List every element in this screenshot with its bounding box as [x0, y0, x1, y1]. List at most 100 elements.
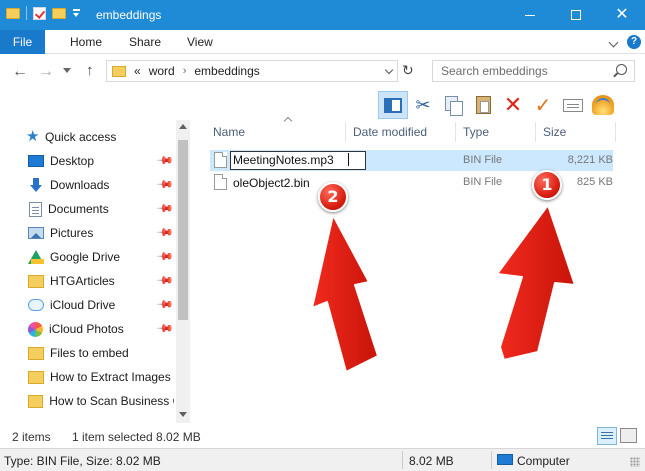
sidebar-item-pictures[interactable]: Pictures 📌 — [28, 222, 174, 244]
breadcrumb-overflow[interactable]: « — [134, 64, 141, 78]
custom-toolbar: ✂ ✕ ✓ — [378, 90, 618, 120]
pin-icon[interactable]: 📌 — [156, 151, 175, 170]
sidebar-item-label: iCloud Photos — [49, 322, 124, 336]
sidebar-item-desktop[interactable]: Desktop 📌 — [28, 150, 174, 172]
breadcrumb-embeddings[interactable]: embeddings — [194, 64, 259, 78]
folder-icon[interactable] — [6, 7, 20, 19]
properties-check-icon[interactable] — [33, 6, 46, 20]
expand-ribbon-icon[interactable] — [608, 37, 619, 48]
sidebar-item-label: Downloads — [50, 178, 110, 192]
back-arrow-icon[interactable]: ← — [12, 63, 28, 81]
breadcrumb-separator-icon[interactable]: › — [183, 65, 187, 77]
close-icon: ✕ — [615, 6, 629, 23]
tab-home[interactable]: Home — [70, 35, 102, 49]
sidebar-item-google-drive[interactable]: Google Drive 📌 — [28, 246, 174, 268]
search-input[interactable] — [441, 61, 611, 81]
folder-icon — [28, 274, 44, 288]
new-folder-icon[interactable] — [52, 7, 66, 19]
copy-icon — [445, 96, 463, 116]
sidebar-item-label: Pictures — [50, 226, 94, 240]
sidebar-item-scan-business[interactable]: How to Scan Business C — [28, 390, 174, 412]
pin-icon[interactable]: 📌 — [156, 295, 175, 314]
file-type: BIN File — [463, 154, 503, 166]
scroll-down-icon[interactable] — [179, 412, 187, 417]
tab-file[interactable]: File — [0, 30, 45, 54]
nav-scrollbar[interactable] — [176, 120, 190, 423]
forward-arrow-icon[interactable]: → — [38, 63, 54, 81]
sidebar-item-extract-images[interactable]: How to Extract Images — [28, 366, 174, 388]
divider — [402, 451, 403, 469]
sidebar-item-htgarticles[interactable]: HTGArticles 📌 — [28, 270, 174, 292]
pin-icon[interactable]: 📌 — [156, 223, 175, 242]
column-divider[interactable] — [455, 122, 456, 142]
address-dropdown[interactable] — [380, 60, 398, 82]
details-view-button[interactable] — [597, 427, 617, 445]
column-header-type[interactable]: Type — [463, 120, 489, 144]
pin-icon[interactable]: 📌 — [156, 199, 175, 218]
google-drive-icon — [28, 250, 44, 264]
details-bar: Type: BIN File, Size: 8.02 MB 8.02 MB Co… — [0, 448, 645, 471]
tab-share[interactable]: Share — [129, 35, 161, 49]
recent-locations-icon[interactable] — [63, 68, 71, 73]
help-icon[interactable]: ? — [627, 35, 641, 49]
sidebar-item-label: How to Scan Business C — [49, 394, 174, 408]
selected-size: 8.02 MB — [409, 454, 454, 468]
copy-button[interactable] — [438, 91, 468, 119]
sidebar-item-downloads[interactable]: Downloads 📌 — [28, 174, 174, 196]
pictures-icon — [28, 227, 44, 239]
rename-button[interactable]: ✓ — [528, 91, 558, 119]
pin-icon[interactable]: 📌 — [156, 247, 175, 266]
delete-button[interactable]: ✕ — [498, 91, 528, 119]
column-divider[interactable] — [345, 122, 346, 142]
status-bar: 2 items 1 item selected 8.02 MB — [0, 423, 645, 448]
cut-button[interactable]: ✂ — [408, 91, 438, 119]
refresh-icon[interactable]: ↻ — [402, 62, 414, 79]
rename-input[interactable]: MeetingNotes.mp3 — [230, 151, 366, 170]
properties-button[interactable] — [558, 91, 588, 119]
pin-icon[interactable]: 📌 — [156, 175, 175, 194]
column-header-name[interactable]: Name — [213, 116, 293, 144]
sidebar-item-label: HTGArticles — [50, 274, 115, 288]
sidebar-item-icloud-photos[interactable]: iCloud Photos 📌 — [28, 318, 174, 340]
icloud-icon — [28, 299, 44, 311]
sort-ascending-icon — [283, 116, 293, 126]
large-icons-view-button[interactable] — [620, 428, 637, 443]
up-arrow-icon[interactable]: ↑ — [86, 62, 94, 79]
sidebar-item-icloud-drive[interactable]: iCloud Drive 📌 — [28, 294, 174, 316]
pin-icon[interactable]: 📌 — [156, 271, 175, 290]
maximize-button[interactable] — [553, 0, 599, 30]
sidebar-item-label: Google Drive — [50, 250, 121, 264]
paste-button[interactable] — [468, 91, 498, 119]
column-divider[interactable] — [535, 122, 536, 142]
quick-access-label[interactable]: Quick access — [45, 130, 116, 144]
file-icon — [214, 152, 227, 168]
sidebar-item-documents[interactable]: Documents 📌 — [28, 198, 174, 220]
navigation-pane-button[interactable] — [378, 91, 408, 119]
column-divider[interactable] — [615, 122, 616, 142]
minimize-button[interactable] — [507, 0, 553, 30]
address-bar[interactable]: « word › embeddings — [106, 60, 398, 82]
rename-check-icon: ✓ — [534, 94, 552, 117]
customize-qat-icon[interactable] — [72, 8, 81, 18]
navigation-pane: ★ Quick access Desktop 📌 Downloads 📌 Doc… — [0, 120, 190, 423]
search-icon — [616, 64, 627, 75]
close-button[interactable]: ✕ — [599, 0, 645, 30]
pin-icon[interactable]: 📌 — [156, 319, 175, 338]
shell-button[interactable] — [588, 91, 618, 119]
breadcrumb-word[interactable]: word — [149, 64, 175, 78]
text-cursor — [347, 153, 349, 166]
minimize-icon — [525, 14, 535, 16]
column-header-date[interactable]: Date modified — [353, 120, 427, 144]
sidebar-item-label: iCloud Drive — [50, 298, 116, 312]
sidebar-item-files-to-embed[interactable]: Files to embed — [28, 342, 174, 364]
scroll-thumb[interactable] — [178, 140, 188, 320]
tab-view[interactable]: View — [187, 35, 213, 49]
resize-grip[interactable] — [630, 457, 640, 467]
scroll-up-icon[interactable] — [179, 124, 187, 129]
search-box[interactable] — [432, 60, 635, 82]
title-bar: embeddings ✕ — [0, 0, 645, 30]
navigation-pane-icon — [384, 97, 402, 113]
table-row[interactable]: MeetingNotes.mp3 BIN File 8,221 KB — [210, 150, 613, 171]
column-header-size[interactable]: Size — [543, 120, 566, 144]
divider — [491, 451, 492, 469]
